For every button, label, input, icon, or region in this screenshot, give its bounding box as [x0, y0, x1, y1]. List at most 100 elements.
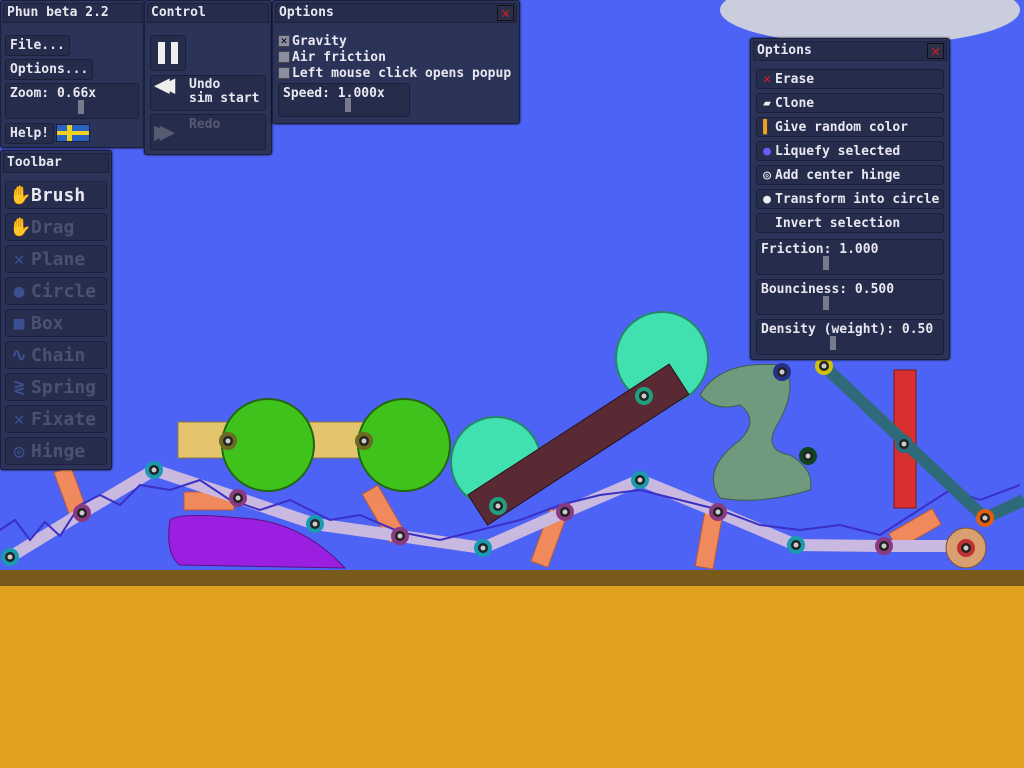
hinge	[793, 542, 799, 548]
density-label: Density (weight): 0.50	[761, 322, 934, 337]
tool-hinge[interactable]: ◎ Hinge	[5, 437, 107, 465]
chain-icon: ∿	[11, 344, 27, 366]
drag-hand-icon: ✋	[9, 216, 32, 238]
speed-label: Speed: 1.000x	[283, 86, 385, 101]
popup-add-center-hinge-button[interactable]: ◎ Add center hinge	[756, 165, 944, 185]
options-button[interactable]: Options...	[5, 59, 94, 80]
popup-title: Options ✕	[753, 41, 947, 61]
tool-label: Fixate	[31, 408, 97, 430]
zoom-slider[interactable]: Zoom: 0.66x	[5, 83, 139, 119]
checkbox-label: Left mouse click opens popup	[292, 65, 512, 81]
friction-label: Friction: 1.000	[761, 242, 879, 257]
hinge	[805, 453, 811, 459]
hinge-icon: ◎	[763, 167, 771, 183]
options-panel: Options ✕ ✕ Gravity Air friction Left mouse …	[272, 0, 520, 124]
checkbox-gravity[interactable]: ✕ Gravity	[278, 33, 511, 49]
popup-item-label: Transform into circle	[775, 191, 940, 207]
hinge	[641, 393, 647, 399]
file-button[interactable]: File...	[5, 35, 70, 56]
hinge-icon: ◎	[13, 440, 25, 462]
checkbox-air-friction[interactable]: Air friction	[278, 49, 511, 65]
close-icon[interactable]: ✕	[497, 5, 514, 21]
redo-label: Redo	[189, 117, 221, 132]
undo-button[interactable]: ◀◀ Undo sim start	[150, 70, 266, 111]
tool-chain[interactable]: ∿ Chain	[5, 341, 107, 369]
popup-item-label: Clone	[775, 95, 815, 111]
tool-drag[interactable]: ✋ Drag	[5, 213, 107, 241]
box-icon: ■	[13, 312, 25, 334]
popup-title-text: Options	[757, 43, 812, 58]
control-title: Control	[147, 3, 269, 23]
popup-item-label: Give random color	[775, 119, 909, 135]
object-options-popup: Options ✕ ✕ Erase ▰ Clone ▌ Give random color ●…	[750, 38, 950, 360]
pause-button[interactable]	[150, 35, 186, 71]
popup-transform-into-circle-button[interactable]: ● Transform into circle	[756, 189, 944, 209]
hinge	[562, 509, 568, 515]
help-button[interactable]: Help!	[5, 123, 55, 144]
checkbox-box[interactable]: ✕	[278, 35, 290, 47]
main-panel: Phun beta 2.2 File... Options... Zoom: 0…	[0, 0, 145, 148]
tool-fixate[interactable]: ✕ Fixate	[5, 405, 107, 433]
popup-item-label: Liquefy selected	[775, 143, 901, 159]
checkbox-box[interactable]	[278, 67, 290, 79]
hinge	[982, 515, 988, 521]
bounciness-knob[interactable]	[823, 296, 829, 310]
popup-item-label: Invert selection	[775, 215, 901, 231]
sweden-flag-icon[interactable]	[56, 124, 90, 142]
checkbox-left-mouse-click-opens-popup[interactable]: Left mouse click opens popup	[278, 65, 511, 81]
popup-clone-button[interactable]: ▰ Clone	[756, 93, 944, 113]
density-knob[interactable]	[830, 336, 836, 350]
clone-icon: ▰	[763, 95, 771, 111]
popup-liquefy-selected-button[interactable]: ● Liquefy selected	[756, 141, 944, 161]
hinge	[7, 554, 13, 560]
hinge	[235, 495, 241, 501]
undo-label: Undo	[189, 77, 221, 92]
rewind-icon: ◀◀	[154, 70, 176, 100]
options-title: Options ✕	[275, 3, 517, 23]
main-panel-title: Phun beta 2.2	[3, 3, 142, 23]
fixate-icon: ✕	[13, 408, 25, 430]
forward-icon: ▶▶	[154, 117, 176, 147]
checkbox-label: Air friction	[292, 49, 386, 65]
tool-label: Plane	[31, 248, 86, 270]
hinge	[637, 477, 643, 483]
liquid-drop-icon: ●	[763, 143, 771, 159]
zoom-knob[interactable]	[78, 100, 84, 114]
circle-icon: ●	[13, 280, 25, 302]
speed-knob[interactable]	[345, 98, 351, 112]
close-icon[interactable]: ✕	[927, 43, 944, 59]
ground	[0, 586, 1024, 768]
tool-box[interactable]: ■ Box	[5, 309, 107, 337]
hinge	[312, 521, 318, 527]
tool-brush[interactable]: ✋ Brush	[5, 181, 107, 209]
hinge	[821, 363, 827, 369]
tool-circle[interactable]: ● Circle	[5, 277, 107, 305]
hinge	[79, 510, 85, 516]
popup-invert-selection-button[interactable]: Invert selection	[756, 213, 944, 233]
hinge	[963, 545, 969, 551]
pause-icon	[158, 42, 178, 64]
plane-icon: ✕	[13, 248, 25, 270]
tool-label: Drag	[31, 216, 75, 238]
density-slider[interactable]: Density (weight): 0.50	[756, 319, 944, 355]
hinge	[901, 441, 907, 447]
toolbar-panel: Toolbar ✋ Brush ✋ Drag ✕ Plane ● Circle ■ Box ∿ Cha…	[0, 150, 112, 470]
tool-plane[interactable]: ✕ Plane	[5, 245, 107, 273]
popup-give-random-color-button[interactable]: ▌ Give random color	[756, 117, 944, 137]
zoom-label: Zoom: 0.66x	[10, 86, 97, 101]
tool-spring[interactable]: ≷ Spring	[5, 373, 107, 401]
redo-button[interactable]: ▶▶ Redo	[150, 114, 266, 150]
hand-icon: ✋	[9, 184, 32, 206]
friction-slider[interactable]: Friction: 1.000	[756, 239, 944, 275]
friction-knob[interactable]	[823, 256, 829, 270]
hinge	[361, 438, 367, 444]
bounciness-label: Bounciness: 0.500	[761, 282, 895, 297]
popup-erase-button[interactable]: ✕ Erase	[756, 69, 944, 89]
undo-sublabel: sim start	[189, 91, 260, 106]
hinge	[397, 533, 403, 539]
control-panel: Control ◀◀ Undo sim start ▶▶ Redo	[144, 0, 272, 155]
speed-slider[interactable]: Speed: 1.000x	[278, 83, 410, 117]
checkbox-box[interactable]	[278, 51, 290, 63]
bounciness-slider[interactable]: Bounciness: 0.500	[756, 279, 944, 315]
spring-icon: ≷	[13, 376, 25, 398]
